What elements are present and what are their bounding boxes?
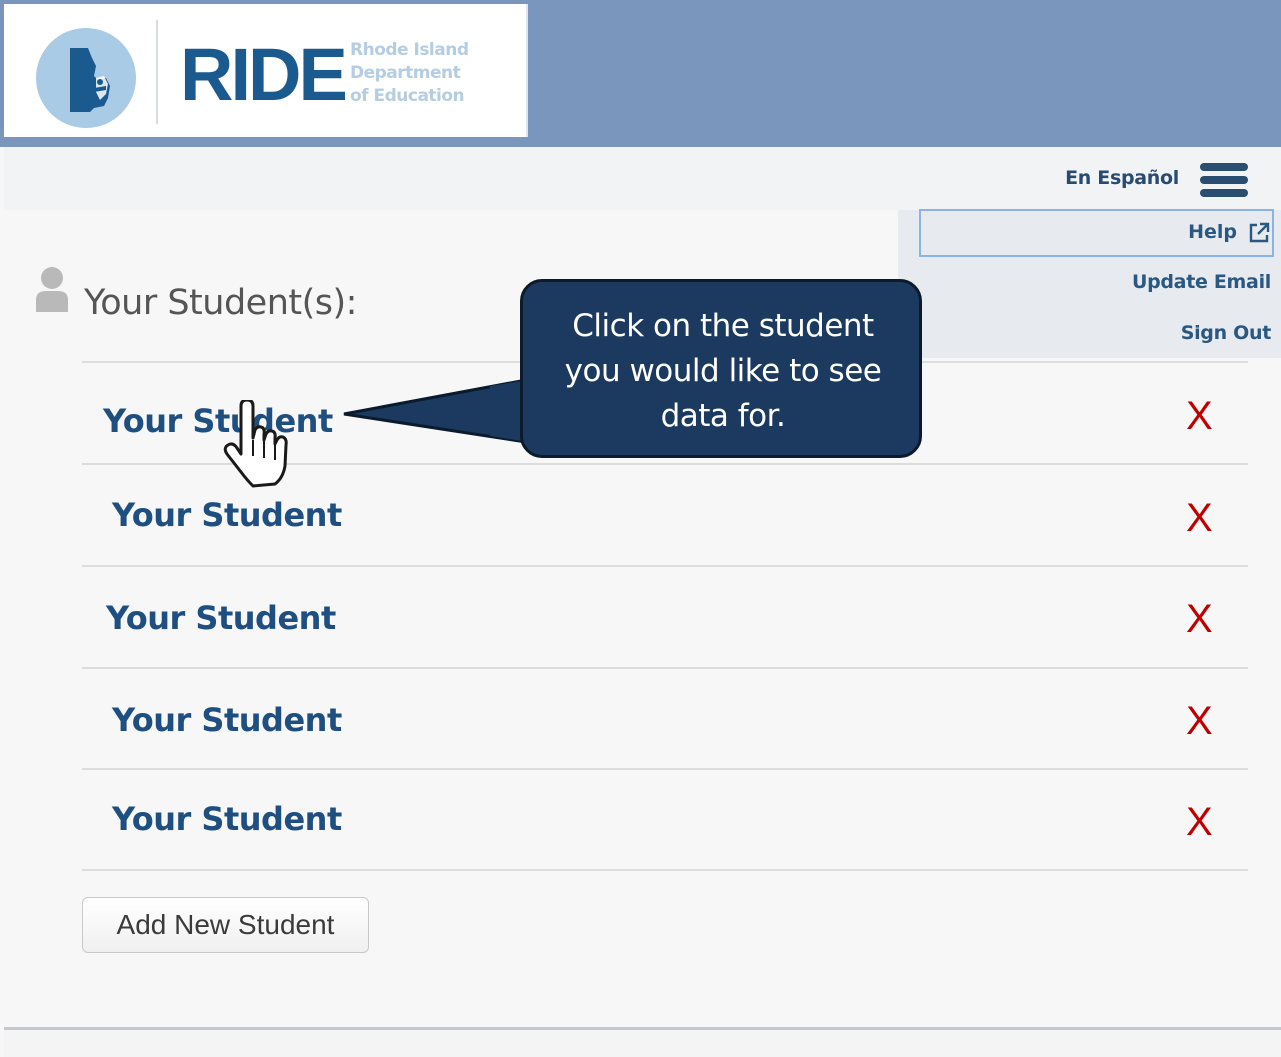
- row-divider: [82, 869, 1248, 871]
- row-divider: [82, 667, 1248, 669]
- menu-item-help-label[interactable]: Help: [1188, 221, 1237, 243]
- rhode-island-seal-icon: [36, 28, 136, 128]
- students-section-title: Your Student(s):: [84, 283, 357, 323]
- remove-student-button-1[interactable]: X: [1186, 396, 1213, 436]
- callout-pointer: [343, 378, 528, 444]
- ride-logo[interactable]: RIDE Rhode Island Department of Educatio…: [4, 4, 528, 137]
- hand-cursor-icon: [223, 400, 288, 488]
- menu-item-sign-out[interactable]: Sign Out: [1181, 322, 1272, 344]
- student-link-4[interactable]: Your Student: [112, 701, 342, 739]
- callout-text: Click on the student you would like to s…: [564, 308, 882, 434]
- person-icon: [34, 266, 70, 312]
- logo-divider: [156, 20, 158, 124]
- hamburger-menu-icon[interactable]: [1200, 163, 1248, 197]
- logo-subtitle: Rhode Island Department of Education: [350, 40, 469, 106]
- student-link-5[interactable]: Your Student: [112, 800, 342, 838]
- language-toggle-link[interactable]: En Español: [1065, 167, 1179, 189]
- footer-strip: [4, 1030, 1281, 1057]
- remove-student-button-2[interactable]: X: [1186, 498, 1213, 538]
- add-new-student-button[interactable]: Add New Student: [82, 897, 369, 953]
- menu-item-update-email[interactable]: Update Email: [1132, 271, 1271, 293]
- remove-student-button-5[interactable]: X: [1186, 802, 1213, 842]
- student-link-3[interactable]: Your Student: [106, 599, 336, 637]
- external-link-icon: [1248, 222, 1270, 244]
- logo-wordmark: RIDE: [180, 33, 348, 116]
- student-link-2[interactable]: Your Student: [112, 496, 342, 534]
- row-divider: [82, 768, 1248, 770]
- instruction-callout: Click on the student you would like to s…: [520, 279, 922, 458]
- remove-student-button-4[interactable]: X: [1186, 701, 1213, 741]
- row-divider: [82, 565, 1248, 567]
- remove-student-button-3[interactable]: X: [1186, 599, 1213, 639]
